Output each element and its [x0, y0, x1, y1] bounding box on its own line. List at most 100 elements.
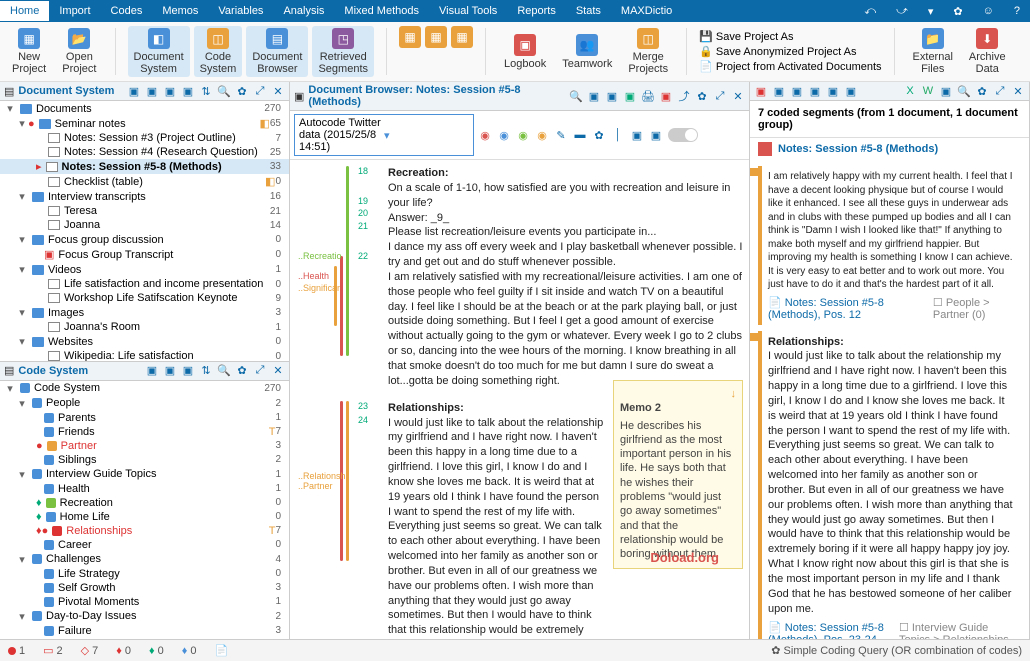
code-system-title: Code System	[18, 365, 88, 377]
ac-papers[interactable]: ▣	[649, 128, 663, 142]
doc-system-title: Document System	[18, 85, 114, 97]
cs-t1[interactable]: ▣	[145, 364, 159, 378]
redo-icon[interactable]: ⤻	[886, 1, 918, 22]
code-tree[interactable]: ▾Code System270 ▾People2 Parents1 Friend…	[0, 381, 289, 640]
ac-highlight-icon[interactable]: ▬	[573, 128, 587, 142]
ds-tool1-icon[interactable]: ▣	[127, 84, 141, 98]
br-t7[interactable]: ⤴	[677, 89, 691, 103]
rs-undock[interactable]: ⤢	[993, 84, 1007, 98]
segment-2[interactable]: Relationships:I would just like to talk …	[758, 331, 1021, 640]
menu-memos[interactable]: Memos	[152, 1, 208, 21]
rs-t4[interactable]: ▣	[808, 84, 822, 98]
save-project-link[interactable]: 💾 Save Project As	[699, 30, 881, 43]
undo-icon[interactable]: ⤺	[854, 1, 886, 22]
ac-tool[interactable]: ▣	[630, 128, 644, 142]
ac-blue-icon[interactable]: ◉	[497, 128, 511, 142]
rs-t2[interactable]: ▣	[772, 84, 786, 98]
br-undock[interactable]: ⤢	[713, 89, 727, 103]
menu-home[interactable]: Home	[0, 1, 49, 21]
status-doc-icon[interactable]: 📄	[215, 644, 229, 657]
br-t1[interactable]: 🔍	[569, 89, 583, 103]
cs-t2[interactable]: ▣	[163, 364, 177, 378]
external-files-button[interactable]: 📁External Files	[907, 26, 959, 77]
status-query: ✿ Simple Coding Query (OR combination of…	[771, 644, 1022, 657]
browser-title: Document Browser: Notes: Session #5-8 (M…	[308, 84, 565, 108]
watermark: Doload.org	[650, 550, 719, 565]
menu-bar: Home Import Codes Memos Variables Analys…	[0, 0, 1030, 22]
cs-undock[interactable]: ⤢	[253, 364, 267, 378]
activated-link[interactable]: 📄 Project from Activated Documents	[699, 60, 881, 73]
new-project-button[interactable]: ▦New Project	[6, 26, 52, 77]
menu-variables[interactable]: Variables	[208, 1, 273, 21]
ds-undock-icon[interactable]: ⤢	[253, 84, 267, 98]
menu-mixed[interactable]: Mixed Methods	[334, 1, 429, 21]
ds-gear-icon[interactable]: ✿	[235, 84, 249, 98]
settings-icon[interactable]: ✿	[943, 1, 972, 22]
rs-word-icon[interactable]: W	[921, 84, 935, 98]
ac-switch[interactable]	[668, 128, 698, 142]
menu-analysis[interactable]: Analysis	[273, 1, 334, 21]
cs-close[interactable]: ✕	[271, 364, 285, 378]
ac-pen-icon[interactable]: ✎	[554, 128, 568, 142]
doc-tree[interactable]: ▾Documents270 ▾●Seminar notes◧65 Notes: …	[0, 101, 289, 361]
retrieved-segments-button[interactable]: ◳Retrieved Segments	[312, 26, 374, 77]
ds-search-icon[interactable]: 🔍	[217, 84, 231, 98]
br-close[interactable]: ✕	[731, 89, 745, 103]
br-t3[interactable]: ▣	[605, 89, 619, 103]
menu-visual[interactable]: Visual Tools	[429, 1, 507, 21]
sep: ▾	[918, 1, 944, 22]
menu-import[interactable]: Import	[49, 1, 100, 21]
merge-button[interactable]: ◫Merge Projects	[622, 26, 674, 77]
br-t6[interactable]: ▣	[659, 89, 673, 103]
menu-reports[interactable]: Reports	[507, 1, 566, 21]
rs-html-icon[interactable]: ▣	[939, 84, 953, 98]
memo-popup[interactable]: ↓ Memo 2 He describes his girlfriend as …	[613, 380, 743, 569]
teamwork-button[interactable]: 👥Teamwork	[556, 26, 618, 77]
save-anon-link[interactable]: 🔒 Save Anonymized Project As	[699, 45, 881, 58]
autocode-select[interactable]: Autocode Twitter data (2015/25/8 14:51)▾	[294, 114, 474, 156]
menu-stats[interactable]: Stats	[566, 1, 611, 21]
face-icon[interactable]: ☺	[973, 1, 1004, 21]
grid2-icon[interactable]: ▦	[425, 26, 447, 48]
archive-button[interactable]: ⬇Archive Data	[963, 26, 1012, 77]
br-gear[interactable]: ✿	[695, 89, 709, 103]
status-bar: 1 ▭2 ◇7 ♦0 ♦0 ♦0 📄 ✿ Simple Coding Query…	[0, 639, 1030, 661]
code-system-button[interactable]: ◫Code System	[194, 26, 243, 77]
ds-collapse-icon[interactable]: ⇅	[199, 84, 213, 98]
grid1-icon[interactable]: ▦	[399, 26, 421, 48]
rs-t1[interactable]: ▣	[754, 84, 768, 98]
ds-tool2-icon[interactable]: ▣	[145, 84, 159, 98]
document-browser-button[interactable]: ▤Document Browser	[246, 26, 308, 77]
cs-t3[interactable]: ▣	[181, 364, 195, 378]
rs-close[interactable]: ✕	[1011, 84, 1025, 98]
cs-gear[interactable]: ✿	[235, 364, 249, 378]
open-project-button[interactable]: 📂Open Project	[56, 26, 102, 77]
browser-icon: ▣	[294, 90, 304, 103]
rs-excel-icon[interactable]: X	[903, 84, 917, 98]
menu-codes[interactable]: Codes	[101, 1, 153, 21]
ds-close-icon[interactable]: ✕	[271, 84, 285, 98]
ac-yellow-icon[interactable]: ◉	[535, 128, 549, 142]
segment-1[interactable]: I am relatively happy with my current he…	[758, 166, 1021, 325]
ac-red-icon[interactable]: ◉	[478, 128, 492, 142]
rs-t5[interactable]: ▣	[826, 84, 840, 98]
grid3-icon[interactable]: ▦	[451, 26, 473, 48]
br-t2[interactable]: ▣	[587, 89, 601, 103]
rs-search[interactable]: 🔍	[957, 84, 971, 98]
menu-maxdictio[interactable]: MAXDictio	[611, 1, 682, 21]
rs-t6[interactable]: ▣	[844, 84, 858, 98]
rs-t3[interactable]: ▣	[790, 84, 804, 98]
ac-green-icon[interactable]: ◉	[516, 128, 530, 142]
document-content[interactable]: 18 19 20 21 22 ..Recreatio ..Health ..Si…	[290, 160, 749, 639]
rs-gear[interactable]: ✿	[975, 84, 989, 98]
br-t4[interactable]: ▣	[623, 89, 637, 103]
br-t5[interactable]: 🖨	[641, 89, 655, 103]
ds-tool4-icon[interactable]: ▣	[181, 84, 195, 98]
cs-search[interactable]: 🔍	[217, 364, 231, 378]
ac-star-icon[interactable]: ✿	[592, 128, 606, 142]
help-icon[interactable]: ?	[1004, 1, 1030, 21]
document-system-button[interactable]: ◧Document System	[128, 26, 190, 77]
ds-tool3-icon[interactable]: ▣	[163, 84, 177, 98]
logbook-button[interactable]: ▣Logbook	[498, 26, 552, 77]
cs-t4[interactable]: ⇅	[199, 364, 213, 378]
